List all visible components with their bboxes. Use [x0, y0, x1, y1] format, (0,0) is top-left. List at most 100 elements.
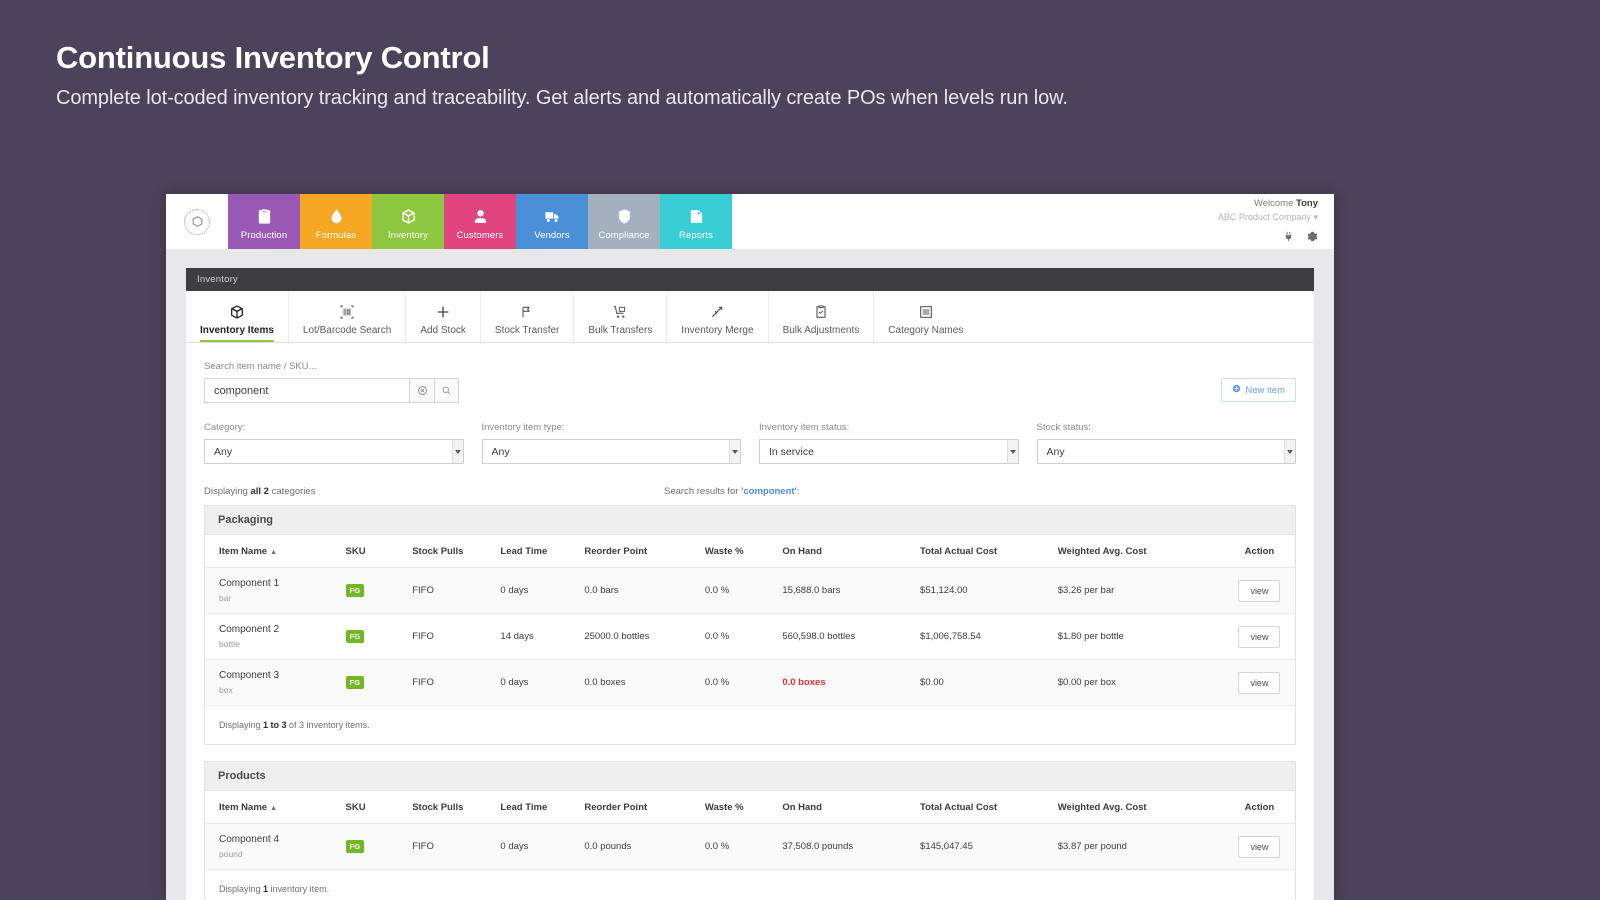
new-item-button[interactable]: New item — [1221, 378, 1296, 402]
search-group — [204, 378, 459, 403]
col-item-name[interactable]: Item Name ▲ — [205, 791, 340, 824]
col-weighted-avg-cost[interactable]: Weighted Avg. Cost — [1051, 535, 1224, 568]
cell-lead-time: 0 days — [494, 823, 579, 870]
cell-lead-time: 14 days — [494, 613, 579, 660]
gear-icon[interactable] — [1307, 229, 1318, 247]
view-button[interactable]: view — [1238, 625, 1281, 648]
clear-circle-icon[interactable] — [409, 378, 434, 403]
plus-icon — [435, 300, 451, 320]
displaying-categories: Displaying all 2 categories — [204, 486, 664, 497]
filter-item-type: Inventory item type: Any — [481, 422, 741, 464]
cell-item-name: Component 2 bottle — [205, 613, 340, 660]
tab-lot-barcode-search[interactable]: Lot/Barcode Search — [289, 291, 407, 342]
sort-asc-icon: ▲ — [270, 549, 277, 556]
app-logo[interactable] — [166, 194, 228, 249]
inventory-table: Item Name ▲ SKU Stock Pulls Lead Time Reo… — [205, 791, 1295, 870]
chevron-down-icon: ▾ — [1313, 211, 1318, 222]
search-input[interactable] — [204, 378, 409, 403]
table-row[interactable]: Component 3 box FG FIFO 0 days 0.0 boxes… — [205, 659, 1295, 706]
cell-waste: 0.0 % — [698, 567, 777, 614]
tab-inventory-merge[interactable]: Inventory Merge — [667, 291, 769, 342]
col-weighted-avg-cost[interactable]: Weighted Avg. Cost — [1051, 791, 1224, 824]
truck-icon — [544, 206, 561, 226]
select-value: Any — [214, 445, 233, 458]
nav-tab-vendors[interactable]: Vendors — [516, 194, 588, 249]
cell-reorder-point: 0.0 boxes — [578, 659, 699, 706]
col-item-name[interactable]: Item Name ▲ — [205, 535, 340, 568]
col-action: Action — [1223, 535, 1295, 568]
table-row[interactable]: Component 2 bottle FG FIFO 14 days 25000… — [205, 613, 1295, 660]
stock-status-select[interactable]: Any — [1036, 439, 1296, 464]
col-action: Action — [1223, 791, 1295, 824]
tab-inventory-items[interactable]: Inventory Items — [186, 291, 289, 342]
tab-label: Bulk Transfers — [588, 325, 653, 336]
magnifier-icon[interactable] — [434, 378, 459, 403]
tab-label: Stock Transfer — [494, 325, 560, 336]
filter-category: Category: Any — [204, 422, 464, 464]
col-sku[interactable]: SKU — [339, 791, 407, 824]
col-reorder-point[interactable]: Reorder Point — [578, 535, 699, 568]
nav-tab-label: Inventory — [388, 230, 428, 242]
item-name: Component 2 — [219, 624, 280, 635]
col-waste-pct[interactable]: Waste % — [698, 791, 777, 824]
company-switcher[interactable]: ABC Product Company ▾ — [1218, 211, 1318, 224]
col-on-hand[interactable]: On Hand — [776, 791, 915, 824]
cell-action: view — [1223, 823, 1295, 870]
item-type-select[interactable]: Any — [481, 439, 741, 464]
col-stock-pulls[interactable]: Stock Pulls — [406, 535, 495, 568]
transfer-icon — [519, 300, 535, 320]
table-card-products: Products Item Name ▲ SKU Stock Pulls Lead… — [204, 761, 1296, 900]
category-select[interactable]: Any — [204, 439, 464, 464]
tab-label: Add Stock — [420, 325, 466, 336]
view-button[interactable]: view — [1238, 579, 1281, 602]
nav-tab-customers[interactable]: Customers — [444, 194, 516, 249]
nav-tab-compliance[interactable]: Compliance — [588, 194, 660, 249]
nav-tab-formulas[interactable]: Formulas — [300, 194, 372, 249]
table-row[interactable]: Component 1 bar FG FIFO 0 days 0.0 bars … — [205, 567, 1295, 614]
cell-item-name: Component 4 pound — [205, 823, 340, 870]
col-on-hand[interactable]: On Hand — [776, 535, 915, 568]
nav-tab-inventory[interactable]: Inventory — [372, 194, 444, 249]
cell-on-hand: 0.0 boxes — [776, 659, 915, 706]
tab-stock-transfer[interactable]: Stock Transfer — [481, 291, 575, 342]
cell-reorder-point: 0.0 pounds — [578, 823, 699, 870]
col-total-actual-cost[interactable]: Total Actual Cost — [914, 535, 1052, 568]
box-icon — [229, 300, 245, 320]
table-footer: Displaying 1 to 3 of 3 inventory items. — [205, 706, 1295, 744]
col-reorder-point[interactable]: Reorder Point — [578, 791, 699, 824]
col-lead-time[interactable]: Lead Time — [494, 535, 579, 568]
col-waste-pct[interactable]: Waste % — [698, 535, 777, 568]
tab-label: Category Names — [888, 325, 964, 336]
new-item-label: New item — [1245, 384, 1285, 396]
cell-waste: 0.0 % — [698, 613, 777, 660]
nav-tab-production[interactable]: Production — [228, 194, 300, 249]
filter-label: Stock status: — [1036, 422, 1091, 433]
col-total-actual-cost[interactable]: Total Actual Cost — [914, 791, 1052, 824]
view-button[interactable]: view — [1238, 671, 1281, 694]
tab-bulk-adjustments[interactable]: Bulk Adjustments — [769, 291, 875, 342]
select-value: Any — [491, 445, 510, 458]
col-lead-time[interactable]: Lead Time — [494, 791, 579, 824]
cell-stock-pulls: FIFO — [406, 567, 495, 614]
col-stock-pulls[interactable]: Stock Pulls — [406, 791, 495, 824]
cell-reorder-point: 0.0 bars — [578, 567, 699, 614]
plug-icon[interactable] — [1283, 229, 1294, 247]
tab-category-names[interactable]: Category Names — [874, 291, 977, 342]
page-subtitle: Complete lot-coded inventory tracking an… — [56, 86, 1068, 109]
cell-weighted-avg-cost: $3.26 per bar — [1051, 567, 1224, 614]
col-sku[interactable]: SKU — [339, 535, 407, 568]
cell-sku: FG — [339, 659, 407, 706]
clipboard-icon — [256, 206, 273, 226]
displaying-suffix: categories — [268, 486, 316, 497]
tab-add-stock[interactable]: Add Stock — [406, 291, 481, 342]
table-row[interactable]: Component 4 pound FG FIFO 0 days 0.0 pou… — [205, 823, 1295, 870]
clipboard-icon — [813, 300, 829, 320]
cell-lead-time: 0 days — [494, 567, 579, 614]
view-button[interactable]: view — [1238, 835, 1281, 858]
tab-bulk-transfers[interactable]: Bulk Transfers — [574, 291, 668, 342]
cell-on-hand: 37,508.0 pounds — [776, 823, 915, 870]
footer-prefix: Displaying — [219, 884, 264, 894]
nav-tab-reports[interactable]: Reports — [660, 194, 732, 249]
item-status-select[interactable]: In service — [759, 439, 1019, 464]
sub-navigation: Inventory Items Lot/Barcode Search Add S… — [186, 291, 1314, 343]
